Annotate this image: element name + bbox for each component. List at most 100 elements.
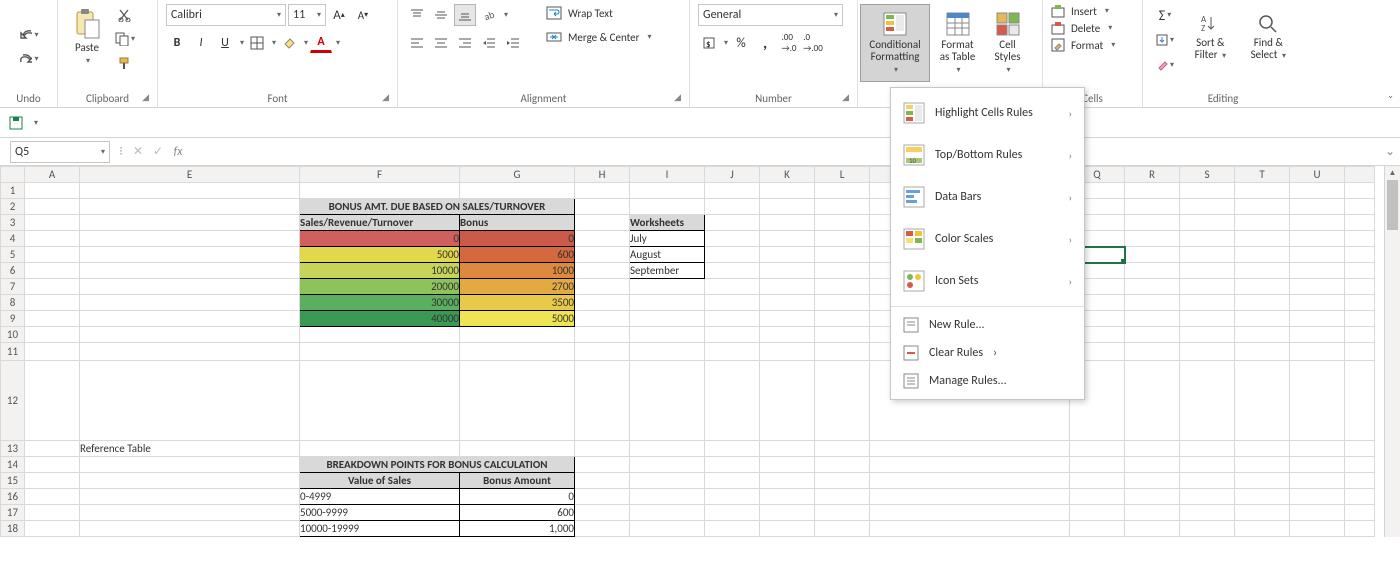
align-top-button[interactable] (406, 4, 428, 26)
row-header[interactable]: 12 (1, 361, 25, 441)
row-header[interactable]: 4 (1, 231, 25, 247)
qat-customize[interactable]: ▾ (34, 118, 38, 128)
column-header[interactable]: U (1290, 167, 1345, 183)
column-header[interactable]: F (300, 167, 460, 183)
number-launcher[interactable]: ◢ (842, 92, 849, 103)
bold-button[interactable]: B (166, 32, 188, 54)
wrap-text-button[interactable]: Wrap Text (540, 4, 658, 22)
column-header[interactable]: A (25, 167, 80, 183)
decrease-indent-button[interactable] (478, 32, 500, 54)
copy-button[interactable]: ▾ (114, 28, 136, 50)
percent-button[interactable]: % (730, 32, 752, 54)
row-header[interactable]: 8 (1, 295, 25, 311)
worksheet-item[interactable]: July (630, 231, 705, 247)
worksheet-item[interactable]: August (630, 247, 705, 263)
format-cells-button[interactable]: Format▾ (1051, 38, 1115, 52)
align-center-button[interactable] (430, 32, 452, 54)
find-select-button[interactable]: Find & Select ▾ (1242, 4, 1295, 70)
cancel-formula-button[interactable]: ✕ (128, 144, 148, 159)
column-header[interactable] (1345, 167, 1375, 183)
cf-new-rule[interactable]: New Rule... (891, 311, 1084, 339)
enter-formula-button[interactable]: ✓ (148, 144, 168, 159)
row-header[interactable]: 14 (1, 457, 25, 473)
align-middle-button[interactable] (430, 4, 452, 26)
fill-button[interactable]: ▾ (1151, 29, 1179, 51)
cf-manage-rules[interactable]: Manage Rules... (891, 367, 1084, 395)
column-header[interactable]: R (1125, 167, 1180, 183)
row-header[interactable]: 18 (1, 521, 25, 537)
format-as-table-button[interactable]: Format as Table ▾ (930, 4, 985, 82)
cf-icon-sets[interactable]: Icon Sets› (891, 260, 1084, 302)
redo-button[interactable]: ▾ (18, 48, 40, 70)
comma-button[interactable]: , (754, 32, 776, 54)
row-header[interactable]: 16 (1, 489, 25, 505)
formula-bar-expand[interactable]: ⌄ (1380, 144, 1400, 159)
alignment-launcher[interactable]: ◢ (674, 92, 681, 103)
column-header[interactable] (1, 167, 25, 183)
decrease-decimal-button[interactable]: .0→.00 (802, 32, 824, 54)
cell-styles-button[interactable]: Cell Styles ▾ (985, 4, 1030, 82)
align-right-button[interactable] (454, 32, 476, 54)
format-painter-button[interactable] (114, 52, 136, 74)
row-header[interactable]: 17 (1, 505, 25, 521)
undo-button[interactable]: ▾ (18, 24, 40, 46)
borders-button[interactable] (246, 32, 268, 54)
row-header[interactable]: 10 (1, 327, 25, 343)
cf-color-scales[interactable]: Color Scales› (891, 218, 1084, 260)
cf-data-bars[interactable]: Data Bars› (891, 176, 1084, 218)
font-size-combo[interactable]: 11▾ (288, 4, 326, 26)
autosum-button[interactable]: Σ▾ (1151, 4, 1179, 26)
cf-highlight-cells-rules[interactable]: Highlight Cells Rules› (891, 92, 1084, 134)
conditional-formatting-button[interactable]: Conditional Formatting ▾ (860, 4, 930, 82)
row-header[interactable]: 11 (1, 343, 25, 361)
row-header[interactable]: 6 (1, 263, 25, 279)
save-icon[interactable] (8, 115, 24, 131)
cf-top-bottom-rules[interactable]: 10 Top/Bottom Rules› (891, 134, 1084, 176)
column-header[interactable]: S (1180, 167, 1235, 183)
underline-button[interactable]: U (214, 32, 236, 54)
insert-cells-button[interactable]: Insert▾ (1051, 4, 1109, 18)
column-header[interactable]: I (630, 167, 705, 183)
cf-clear-rules[interactable]: Clear Rules› (891, 339, 1084, 367)
font-color-button[interactable]: A (310, 33, 332, 53)
accounting-format-button[interactable]: $ (698, 32, 720, 54)
ribbon-collapse-button[interactable]: ⌄ (1387, 91, 1394, 101)
font-launcher[interactable]: ◢ (382, 92, 389, 103)
paste-button[interactable]: Paste▾ (66, 4, 108, 70)
column-header[interactable]: T (1235, 167, 1290, 183)
row-header[interactable]: 13 (1, 441, 25, 457)
increase-decimal-button[interactable]: .00→.0 (778, 32, 800, 54)
cut-button[interactable] (114, 4, 136, 26)
row-header[interactable]: 7 (1, 279, 25, 295)
sort-filter-button[interactable]: AZ Sort & Filter ▾ (1185, 4, 1236, 70)
row-header[interactable]: 9 (1, 311, 25, 327)
column-header[interactable]: K (760, 167, 815, 183)
increase-font-button[interactable]: A▴ (328, 4, 350, 26)
merge-center-button[interactable]: Merge & Center▾ (540, 28, 658, 46)
row-header[interactable]: 3 (1, 215, 25, 231)
name-box[interactable]: Q5▾ (10, 141, 110, 163)
row-header[interactable]: 1 (1, 183, 25, 199)
align-left-button[interactable] (406, 32, 428, 54)
fill-color-button[interactable] (278, 32, 300, 54)
column-header[interactable]: H (575, 167, 630, 183)
worksheet-grid[interactable]: AEFGHIJKLQRSTU12BONUS AMT. DUE BASED ON … (0, 166, 1400, 537)
delete-cells-button[interactable]: Delete▾ (1051, 21, 1112, 35)
row-header[interactable]: 5 (1, 247, 25, 263)
formula-input[interactable] (188, 142, 1380, 162)
align-bottom-button[interactable] (454, 4, 476, 26)
increase-indent-button[interactable] (502, 32, 524, 54)
column-header[interactable]: G (460, 167, 575, 183)
font-name-combo[interactable]: Calibri▾ (166, 4, 286, 26)
column-header[interactable]: L (815, 167, 870, 183)
column-header[interactable]: J (705, 167, 760, 183)
italic-button[interactable]: I (190, 32, 212, 54)
row-header[interactable]: 15 (1, 473, 25, 489)
column-header[interactable]: E (80, 167, 300, 183)
vertical-scrollbar[interactable]: ▲ (1384, 166, 1400, 537)
fx-button[interactable]: fx (168, 145, 188, 159)
row-header[interactable]: 2 (1, 199, 25, 215)
clipboard-launcher[interactable]: ◢ (142, 92, 149, 103)
orientation-button[interactable]: ab (478, 4, 500, 26)
number-format-combo[interactable]: General▾ (698, 4, 843, 26)
